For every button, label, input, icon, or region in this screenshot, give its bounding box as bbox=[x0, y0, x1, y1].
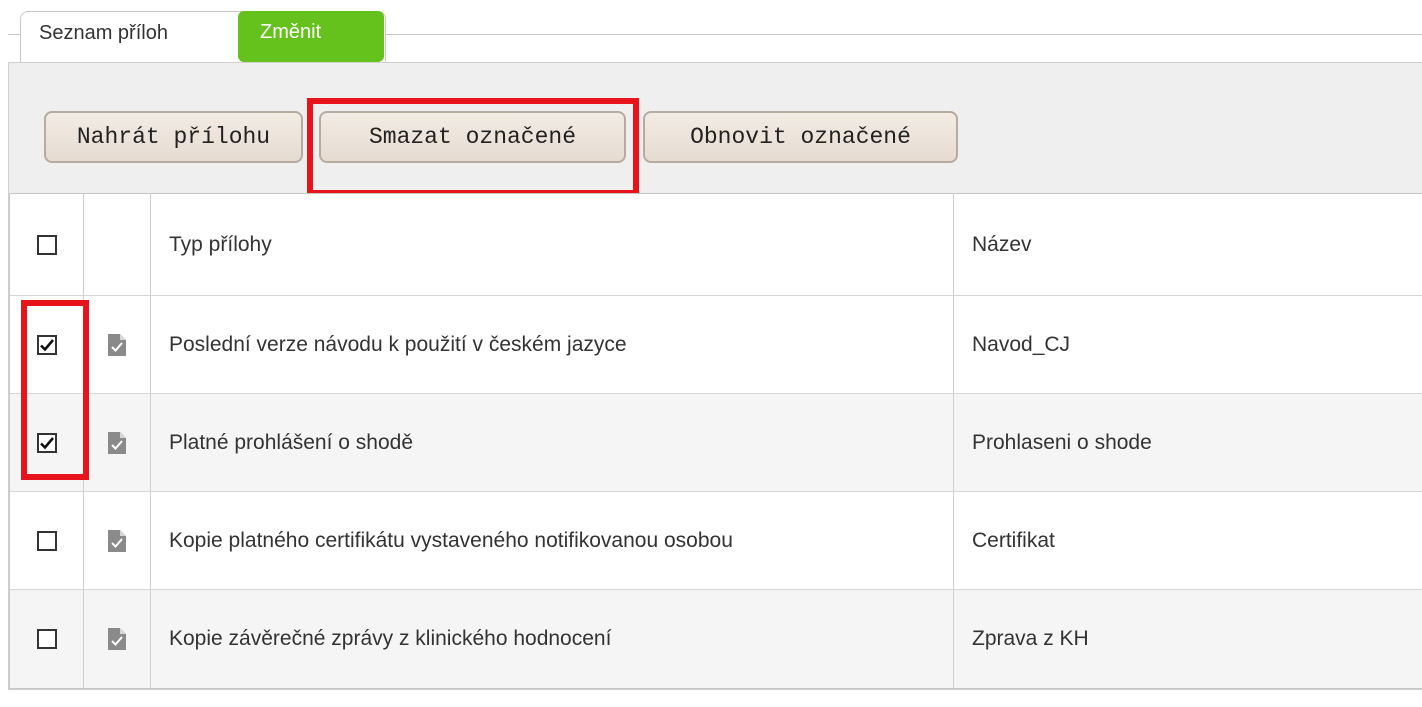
attachment-name: Zprava z KH bbox=[972, 627, 1089, 650]
row-checkbox[interactable] bbox=[36, 433, 57, 453]
table-row[interactable]: Kopie platného certifikátu vystaveného n… bbox=[10, 492, 1422, 590]
row-checkbox[interactable] bbox=[36, 629, 57, 649]
table-row[interactable]: Kopie závěrečné zprávy z klinického hodn… bbox=[10, 590, 1422, 688]
select-all-checkbox[interactable] bbox=[36, 234, 57, 255]
table-row[interactable]: Poslední verze návodu k použití v českém… bbox=[10, 296, 1422, 394]
attachment-name: Navod_CJ bbox=[972, 333, 1071, 356]
row-check-cell bbox=[10, 296, 84, 394]
delete-selected-button[interactable]: Smazat označené bbox=[319, 111, 626, 163]
row-icon-cell bbox=[84, 394, 151, 492]
header-icon-cell bbox=[84, 194, 151, 295]
tab-strip: Seznam příloh Změnit bbox=[0, 0, 1422, 63]
tab-edit[interactable]: Změnit bbox=[238, 11, 384, 62]
table-row[interactable]: Platné prohlášení o shodě Prohlaseni o s… bbox=[10, 394, 1422, 492]
row-icon-cell bbox=[84, 492, 151, 590]
attachment-type: Kopie závěrečné zprávy z klinického hodn… bbox=[151, 590, 954, 688]
attachment-name: Prohlaseni o shode bbox=[972, 431, 1152, 454]
row-icon-cell bbox=[84, 590, 151, 688]
row-checkbox[interactable] bbox=[36, 335, 57, 355]
upload-attachment-button[interactable]: Nahrát přílohu bbox=[44, 111, 303, 163]
header-check-cell bbox=[10, 194, 84, 295]
row-check-cell bbox=[10, 492, 84, 590]
attachments-table: Typ přílohy Název Poslední verze návodu … bbox=[9, 193, 1422, 689]
attachment-type: Platné prohlášení o shodě bbox=[151, 394, 954, 492]
attachment-name: Certifikat bbox=[972, 529, 1055, 552]
toolbar: Nahrát přílohu Smazat označené Obnovit o… bbox=[9, 63, 1422, 196]
row-check-cell bbox=[10, 590, 84, 688]
row-icon-cell bbox=[84, 296, 151, 394]
row-checkbox[interactable] bbox=[36, 531, 57, 551]
restore-selected-button[interactable]: Obnovit označené bbox=[643, 111, 958, 163]
attachment-type: Poslední verze návodu k použití v českém… bbox=[151, 296, 954, 394]
row-check-cell bbox=[10, 394, 84, 492]
attachment-type: Kopie platného certifikátu vystaveného n… bbox=[151, 492, 954, 590]
table-header-row: Typ přílohy Název bbox=[10, 194, 1422, 295]
document-check-icon bbox=[107, 333, 127, 357]
tab-attachment-list[interactable]: Seznam příloh bbox=[39, 22, 168, 45]
tab-group: Seznam příloh Změnit bbox=[20, 11, 386, 63]
column-header-name[interactable]: Název bbox=[954, 194, 1422, 295]
document-check-icon bbox=[107, 529, 127, 553]
column-header-type[interactable]: Typ přílohy bbox=[151, 194, 954, 295]
document-check-icon bbox=[107, 431, 127, 455]
document-check-icon bbox=[107, 627, 127, 651]
